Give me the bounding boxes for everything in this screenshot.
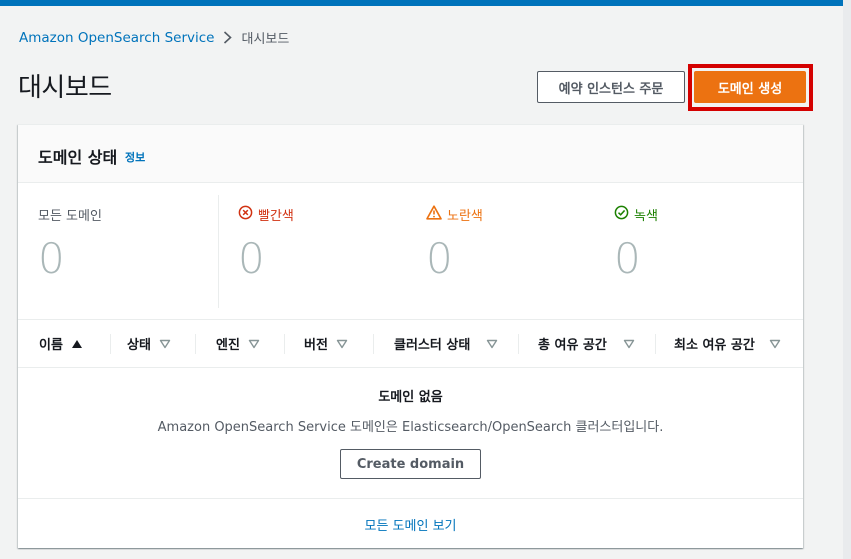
sort-down-icon	[486, 339, 498, 349]
create-domain-empty-button[interactable]: Create domain	[340, 449, 481, 479]
breadcrumb: Amazon OpenSearch Service 대시보드	[19, 28, 290, 48]
column-separator	[518, 334, 519, 354]
panel-title: 도메인 상태	[38, 148, 118, 167]
stat-value: 0	[38, 234, 65, 283]
info-link[interactable]: 정보	[125, 149, 145, 165]
stat-label: 녹색	[614, 205, 658, 224]
sort-down-icon	[623, 339, 635, 349]
column-header-cluster-health[interactable]: 클러스터 상태	[394, 320, 498, 367]
empty-state-description: Amazon OpenSearch Service 도메인은 Elasticse…	[157, 420, 664, 435]
table-header: 이름 상태 엔진 버전 클러스터 상태 총 여유 공간 최소 여유 공간	[18, 319, 803, 368]
sort-down-icon	[336, 339, 348, 349]
panel-header: 도메인 상태 정보	[18, 125, 803, 183]
sort-ascending-icon	[71, 339, 83, 349]
column-separator	[373, 334, 374, 354]
top-accent-bar	[0, 0, 851, 6]
stat-green: 녹색 0	[614, 205, 658, 280]
reserved-instance-button[interactable]: 예약 인스턴스 주문	[537, 71, 685, 103]
check-circle-icon	[614, 205, 629, 224]
column-header-min-free-space[interactable]: 최소 여유 공간	[674, 320, 781, 367]
column-separator	[655, 334, 656, 354]
empty-state-title: 도메인 없음	[378, 390, 443, 405]
column-header-name[interactable]: 이름	[39, 320, 83, 367]
page-title: 대시보드	[18, 73, 112, 103]
column-header-status[interactable]: 상태	[127, 320, 171, 367]
column-separator	[284, 334, 285, 354]
stat-divider	[218, 195, 219, 308]
breadcrumb-root-link[interactable]: Amazon OpenSearch Service	[19, 30, 214, 46]
panel-footer: 모든 도메인 보기	[18, 498, 803, 549]
view-all-domains-link[interactable]: 모든 도메인 보기	[365, 515, 457, 534]
stat-label: 빨간색	[238, 205, 294, 224]
stat-value: 0	[426, 234, 453, 283]
column-separator	[195, 334, 196, 354]
sort-down-icon	[159, 339, 171, 349]
stat-label: 노란색	[426, 205, 483, 224]
breadcrumb-current: 대시보드	[241, 32, 290, 47]
column-header-engine[interactable]: 엔진	[216, 320, 260, 367]
stat-label: 모든 도메인	[38, 209, 102, 224]
create-domain-button[interactable]: 도메인 생성	[694, 71, 806, 103]
stat-value: 0	[238, 234, 265, 283]
stat-yellow: 노란색 0	[426, 205, 483, 280]
error-circle-icon	[238, 205, 253, 224]
domain-status-panel: 도메인 상태 정보 모든 도메인 0 빨간색 0 노란색 0 녹색 0 이름 상…	[18, 124, 803, 548]
stat-value: 0	[614, 234, 641, 283]
scroll-edge	[843, 0, 851, 559]
column-separator	[110, 334, 111, 354]
column-header-total-free-space[interactable]: 총 여유 공간	[538, 320, 635, 367]
column-header-version[interactable]: 버전	[304, 320, 348, 367]
sort-down-icon	[769, 339, 781, 349]
stat-all-domains: 모든 도메인 0	[38, 205, 102, 280]
warning-triangle-icon	[426, 205, 442, 224]
chevron-right-icon	[223, 31, 233, 44]
stat-red: 빨간색 0	[238, 205, 294, 280]
sort-down-icon	[248, 339, 260, 349]
